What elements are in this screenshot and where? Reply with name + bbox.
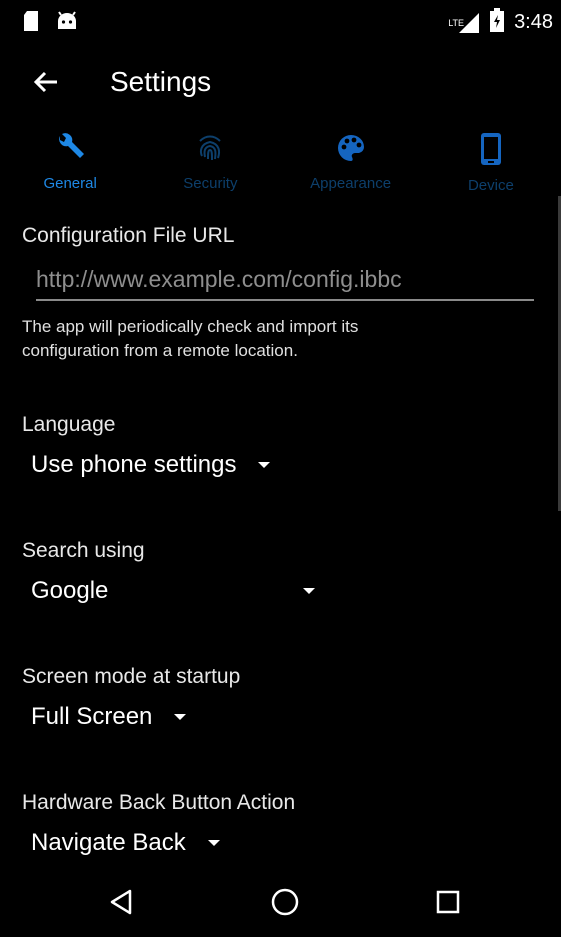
home-circle-icon [270, 887, 300, 922]
sd-card-icon [22, 10, 40, 37]
language-dropdown[interactable]: Use phone settings [31, 451, 542, 479]
config-url-underline [36, 266, 534, 301]
battery-icon [490, 8, 505, 37]
back-action-section: Hardware Back Button Action Navigate Bac… [22, 791, 542, 857]
status-time: 3:48 [514, 11, 553, 33]
search-dropdown[interactable]: Google [31, 577, 542, 605]
tab-device[interactable]: Device [421, 126, 561, 194]
network-label: LTE [448, 17, 465, 28]
back-triangle-icon [108, 888, 134, 921]
tab-device-label: Device [467, 177, 514, 194]
back-action-dropdown[interactable]: Navigate Back [31, 829, 542, 857]
status-bar: LTE 3:48 [0, 0, 561, 44]
tab-security[interactable]: Security [140, 126, 280, 192]
android-icon [56, 11, 78, 36]
tab-general[interactable]: General [0, 126, 140, 192]
wrench-icon [54, 132, 86, 169]
screen-mode-section: Screen mode at startup Full Screen [22, 665, 542, 731]
config-url-section: Configuration File URL The app will peri… [22, 224, 542, 363]
config-url-input[interactable] [36, 266, 534, 293]
palette-icon [335, 132, 367, 169]
search-section: Search using Google [22, 539, 542, 605]
settings-tabs: General Security Appearance Device [0, 126, 561, 194]
chevron-down-icon [207, 840, 220, 846]
config-url-help: The app will periodically check and impo… [22, 317, 359, 360]
tab-appearance[interactable]: Appearance [281, 126, 421, 192]
fingerprint-icon [194, 132, 226, 169]
language-value: Use phone settings [31, 451, 237, 478]
nav-recents-button[interactable] [418, 882, 478, 926]
back-action-label: Hardware Back Button Action [22, 791, 296, 814]
language-label: Language [22, 413, 116, 436]
screen-mode-value: Full Screen [31, 703, 153, 730]
page-title: Settings [110, 66, 212, 97]
tab-appearance-label: Appearance [310, 175, 392, 192]
tab-security-label: Security [183, 175, 238, 192]
chevron-down-icon [174, 714, 187, 720]
settings-list: Configuration File URL The app will peri… [22, 196, 542, 857]
screen-mode-label: Screen mode at startup [22, 665, 241, 688]
signal-icon: LTE [448, 12, 480, 34]
search-value: Google [31, 577, 109, 604]
tab-general-label: General [43, 175, 97, 192]
language-section: Language Use phone settings [22, 413, 542, 479]
back-button[interactable] [24, 62, 68, 106]
config-url-label: Configuration File URL [22, 224, 235, 247]
status-left [22, 10, 78, 37]
system-nav-bar [0, 870, 561, 937]
chevron-down-icon [303, 588, 315, 594]
phone-icon [479, 132, 503, 171]
back-action-value: Navigate Back [31, 829, 186, 856]
nav-back-button[interactable] [91, 882, 151, 926]
nav-home-button[interactable] [255, 882, 315, 926]
chevron-down-icon [258, 462, 271, 468]
search-label: Search using [22, 539, 145, 562]
app-toolbar: Settings [0, 44, 561, 122]
arrow-left-icon [33, 69, 59, 100]
status-right: LTE 3:48 [448, 8, 553, 37]
screen-mode-dropdown[interactable]: Full Screen [31, 703, 542, 731]
recents-square-icon [435, 889, 461, 920]
